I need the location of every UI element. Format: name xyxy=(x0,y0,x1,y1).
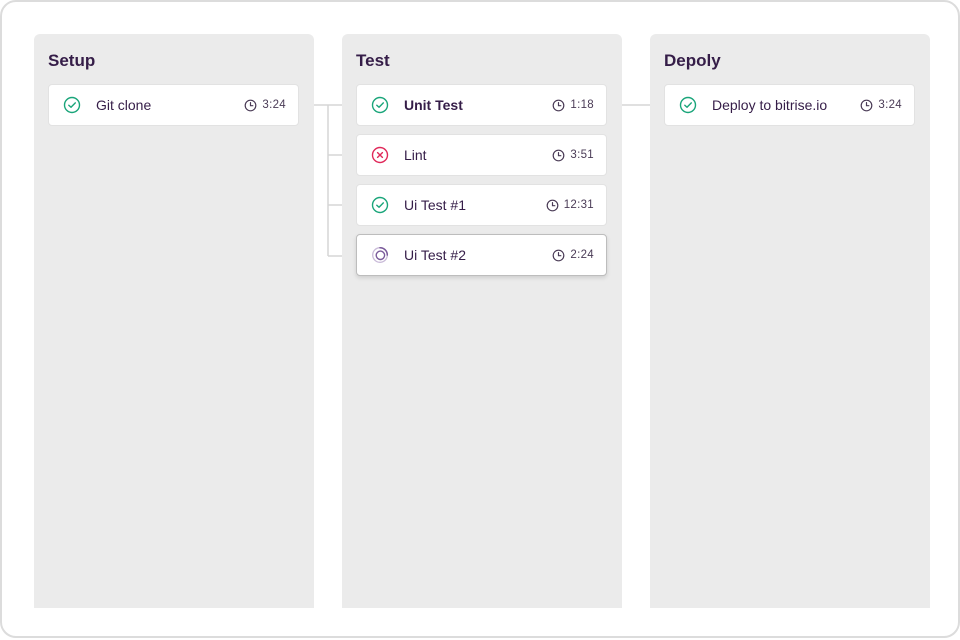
job-duration: 2:24 xyxy=(552,249,594,262)
job-name: Git clone xyxy=(96,97,152,113)
check-circle-icon xyxy=(370,195,390,215)
job-ui-test-1[interactable]: Ui Test #1 12:31 xyxy=(356,184,607,226)
job-name: Lint xyxy=(404,147,427,163)
stage-test: Test Unit Test 1:18 Lint 3:51 Ui Test #1… xyxy=(342,34,622,608)
job-unit-test[interactable]: Unit Test 1:18 xyxy=(356,84,607,126)
job-deploy-to-bitrise[interactable]: Deploy to bitrise.io 3:24 xyxy=(664,84,915,126)
stage-title: Test xyxy=(356,51,390,70)
spinner-icon xyxy=(370,245,390,265)
job-name: Unit Test xyxy=(404,97,463,113)
duration-text: 12:31 xyxy=(563,199,594,211)
check-circle-icon xyxy=(370,95,390,115)
duration-text: 3:24 xyxy=(878,99,902,111)
job-duration: 3:24 xyxy=(860,99,902,112)
clock-icon xyxy=(552,149,565,162)
job-lint[interactable]: Lint 3:51 xyxy=(356,134,607,176)
job-name: Ui Test #2 xyxy=(404,247,466,263)
stage-setup: Setup Git clone 3:24 xyxy=(34,34,314,608)
stage-deploy: Depoly Deploy to bitrise.io 3:24 xyxy=(650,34,930,608)
check-circle-icon xyxy=(62,95,82,115)
check-circle-icon xyxy=(678,95,698,115)
clock-icon xyxy=(244,99,257,112)
job-duration: 1:18 xyxy=(552,99,594,112)
job-ui-test-2[interactable]: Ui Test #2 2:24 xyxy=(356,234,607,276)
clock-icon xyxy=(552,249,565,262)
job-duration: 12:31 xyxy=(546,199,594,212)
duration-text: 3:24 xyxy=(262,99,286,111)
clock-icon xyxy=(552,99,565,112)
clock-icon xyxy=(860,99,873,112)
duration-text: 1:18 xyxy=(570,99,594,111)
job-duration: 3:51 xyxy=(552,149,594,162)
job-duration: 3:24 xyxy=(244,99,286,112)
x-circle-icon xyxy=(370,145,390,165)
stage-title: Setup xyxy=(48,51,96,70)
clock-icon xyxy=(546,199,559,212)
stage-title: Depoly xyxy=(664,51,721,70)
duration-text: 3:51 xyxy=(570,149,594,161)
job-git-clone[interactable]: Git clone 3:24 xyxy=(48,84,299,126)
duration-text: 2:24 xyxy=(570,249,594,261)
job-name: Ui Test #1 xyxy=(404,197,466,213)
pipeline-frame: Setup Git clone 3:24 Test Unit Test 1:18… xyxy=(0,0,960,638)
job-name: Deploy to bitrise.io xyxy=(712,97,828,113)
